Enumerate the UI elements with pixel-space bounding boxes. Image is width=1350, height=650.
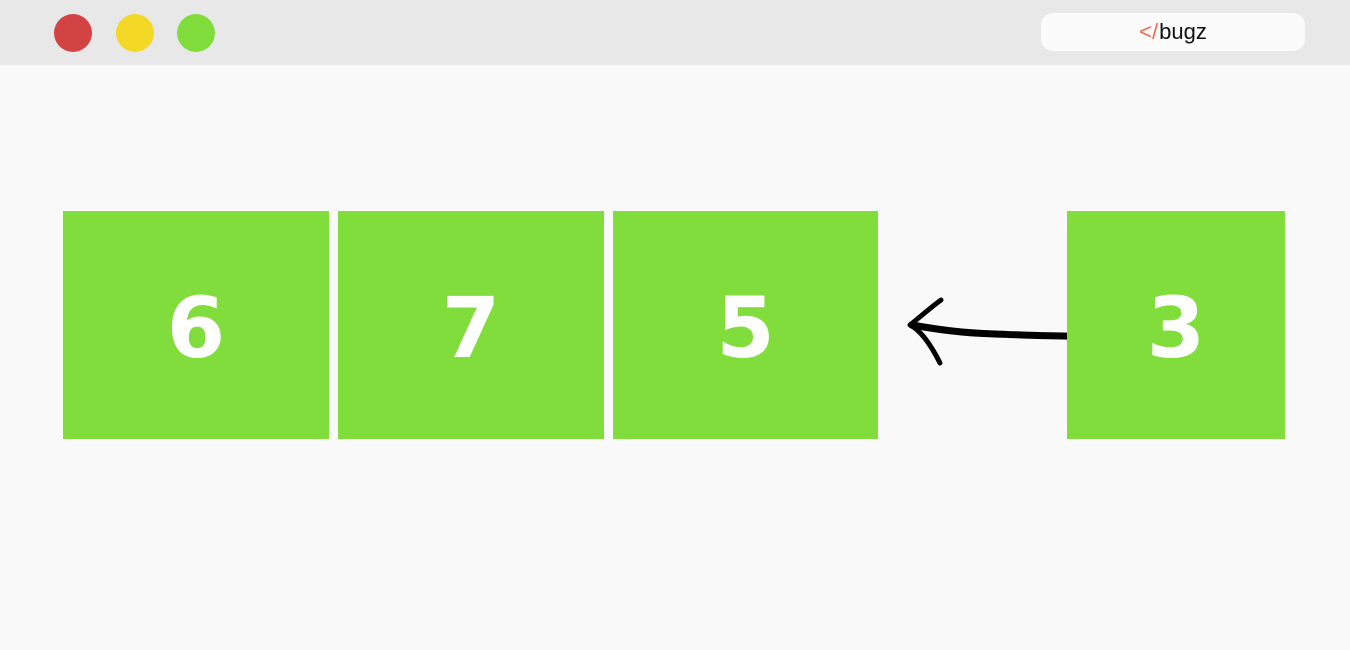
incoming-element-box: 3: [1067, 211, 1285, 439]
array-element-box: 7: [338, 211, 604, 439]
window-titlebar: </ bugz: [0, 0, 1350, 65]
array-element-value: 5: [716, 279, 775, 377]
array-element-box: 5: [613, 211, 878, 439]
incoming-element-value: 3: [1146, 279, 1206, 377]
maximize-window-button[interactable]: [177, 14, 215, 52]
array-element-value: 7: [441, 279, 501, 377]
brand-mark: </: [1139, 19, 1159, 44]
array-element-value: 6: [166, 279, 226, 377]
array-element-box: 6: [63, 211, 329, 439]
address-bar[interactable]: </ bugz: [1041, 13, 1305, 51]
minimize-window-button[interactable]: [116, 14, 154, 52]
close-window-button[interactable]: [54, 14, 92, 52]
brand-text: bugz: [1159, 19, 1207, 44]
